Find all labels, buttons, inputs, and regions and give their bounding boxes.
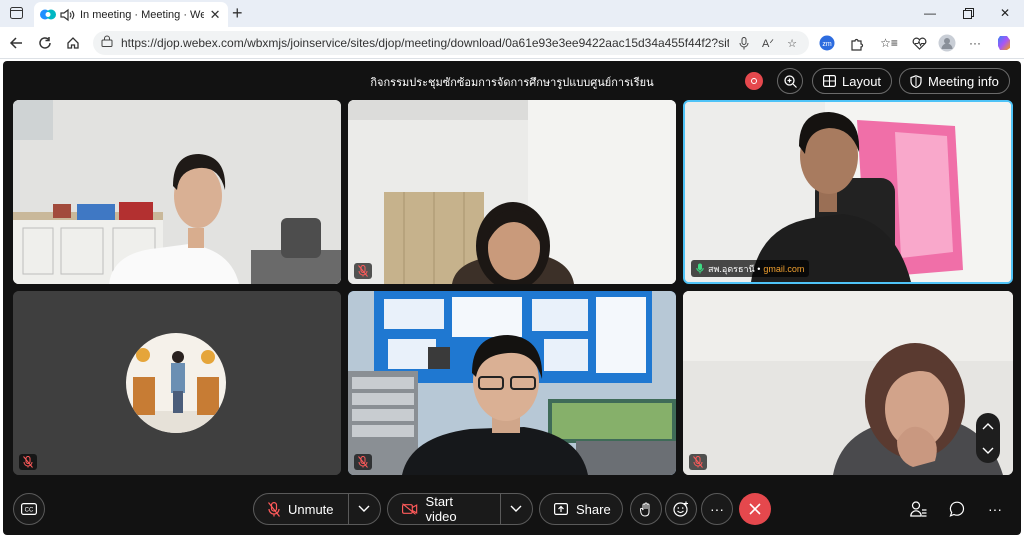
closed-captions-button[interactable]: CC <box>13 493 45 525</box>
start-video-label: Start video <box>425 494 457 524</box>
participant-avatar-tile[interactable] <box>13 291 341 475</box>
url-text: https://djop.webex.com/wbxmjs/joinservic… <box>121 36 729 50</box>
leave-meeting-button[interactable] <box>739 493 771 525</box>
muted-mic-icon <box>689 454 707 470</box>
meeting-info-label: Meeting info <box>928 73 999 89</box>
read-aloud-icon[interactable]: Aᐟ <box>759 34 777 52</box>
participant-video <box>348 291 676 475</box>
muted-mic-icon <box>19 454 37 470</box>
tab-title: In meeting · Meeting · Webex <box>80 8 205 21</box>
site-info-icon[interactable] <box>101 34 113 52</box>
participant-video <box>13 291 341 475</box>
browser-tab-strip: In meeting · Meeting · Webex ✕ + — ✕ <box>0 0 1024 27</box>
chat-button[interactable] <box>947 499 967 519</box>
muted-mic-icon <box>268 501 280 517</box>
chevron-down-icon <box>358 505 370 512</box>
participant-video <box>685 102 1011 282</box>
layout-label: Layout <box>842 73 882 89</box>
smiley-icon <box>673 501 688 517</box>
participant-name: สพ.อุดรธานี • <box>708 263 761 274</box>
shield-icon <box>910 74 922 88</box>
start-video-button[interactable]: Start video <box>388 494 500 524</box>
browser-menu-button[interactable]: ··· <box>966 34 984 52</box>
reactions-button[interactable] <box>665 493 697 525</box>
copilot-icon[interactable] <box>996 34 1014 52</box>
new-tab-button[interactable]: + <box>232 4 243 22</box>
participant-video-tile[interactable] <box>348 291 676 475</box>
share-screen-icon <box>554 503 568 515</box>
browser-essentials-icon[interactable] <box>910 34 928 52</box>
magnifier-icon <box>783 74 797 88</box>
participant-video-tile[interactable] <box>683 291 1013 475</box>
back-arrow-icon[interactable] <box>6 33 26 53</box>
minimize-icon[interactable]: — <box>915 4 945 22</box>
zoom-view-button[interactable] <box>777 68 803 94</box>
participant-video <box>348 100 676 284</box>
chat-bubble-icon <box>949 501 965 517</box>
participant-video <box>683 291 1013 475</box>
favorite-star-icon[interactable]: ☆ <box>783 34 801 52</box>
chevron-up-icon[interactable] <box>982 422 994 430</box>
address-bar[interactable]: https://djop.webex.com/wbxmjs/joinservic… <box>93 31 809 55</box>
restore-icon[interactable] <box>953 4 983 22</box>
zoom-extension-icon[interactable]: zm <box>818 34 836 52</box>
more-panels-button[interactable]: ··· <box>985 499 1005 519</box>
participants-button[interactable] <box>908 499 928 519</box>
muted-mic-icon <box>354 454 372 470</box>
participants-icon <box>909 501 926 517</box>
layout-button[interactable]: Layout <box>812 68 893 94</box>
participant-email: gmail.com <box>763 263 805 274</box>
active-mic-icon <box>696 263 704 274</box>
audio-options-button[interactable] <box>349 494 380 524</box>
close-icon <box>749 503 761 515</box>
microphone-icon[interactable] <box>735 34 753 52</box>
svg-text:CC: CC <box>25 508 34 514</box>
recording-indicator-icon[interactable] <box>745 72 763 90</box>
reload-icon[interactable] <box>35 33 55 53</box>
participant-name-tag: สพ.อุดรธานี • gmail.com <box>691 260 810 277</box>
svg-text:zm: zm <box>822 41 832 48</box>
video-control: Start video <box>387 493 533 525</box>
speaker-icon[interactable] <box>60 8 76 22</box>
unmute-label: Unmute <box>288 501 334 517</box>
profile-avatar-icon[interactable] <box>938 34 956 52</box>
unmute-button[interactable]: Unmute <box>254 494 348 524</box>
layout-grid-icon <box>823 75 836 87</box>
extensions-puzzle-icon[interactable] <box>848 34 866 52</box>
more-options-button[interactable]: ··· <box>701 493 733 525</box>
tile-scroll-control[interactable] <box>976 413 1000 463</box>
webex-favicon-icon <box>40 9 56 20</box>
home-icon[interactable] <box>63 33 83 53</box>
browser-toolbar: https://djop.webex.com/wbxmjs/joinservic… <box>0 27 1024 59</box>
video-options-button[interactable] <box>501 494 532 524</box>
active-tab[interactable]: In meeting · Meeting · Webex ✕ <box>34 2 228 27</box>
raise-hand-icon <box>640 502 650 517</box>
tab-close-icon[interactable]: ✕ <box>208 7 222 23</box>
raise-hand-button[interactable] <box>630 493 662 525</box>
participant-video <box>13 100 341 284</box>
mute-control: Unmute <box>253 493 381 525</box>
window-close-icon[interactable]: ✕ <box>990 4 1020 22</box>
video-off-icon <box>402 503 418 515</box>
webex-meeting-window: กิจกรรมประชุมซักซ้อมการจัดการศึกษารูปแบบ… <box>3 61 1021 535</box>
favorites-icon[interactable]: ☆≡ <box>880 34 898 52</box>
cc-icon: CC <box>21 503 37 515</box>
share-label: Share <box>576 501 611 517</box>
share-button[interactable]: Share <box>539 493 623 525</box>
participant-video-tile[interactable] <box>13 100 341 284</box>
active-speaker-video-tile[interactable]: สพ.อุดรธานี • gmail.com <box>683 100 1013 284</box>
chevron-down-icon[interactable] <box>982 447 994 455</box>
muted-mic-icon <box>354 263 372 279</box>
chevron-down-icon <box>510 505 522 512</box>
participant-video-tile[interactable] <box>348 100 676 284</box>
tab-actions-icon[interactable] <box>5 3 27 23</box>
meeting-info-button[interactable]: Meeting info <box>899 68 1010 94</box>
